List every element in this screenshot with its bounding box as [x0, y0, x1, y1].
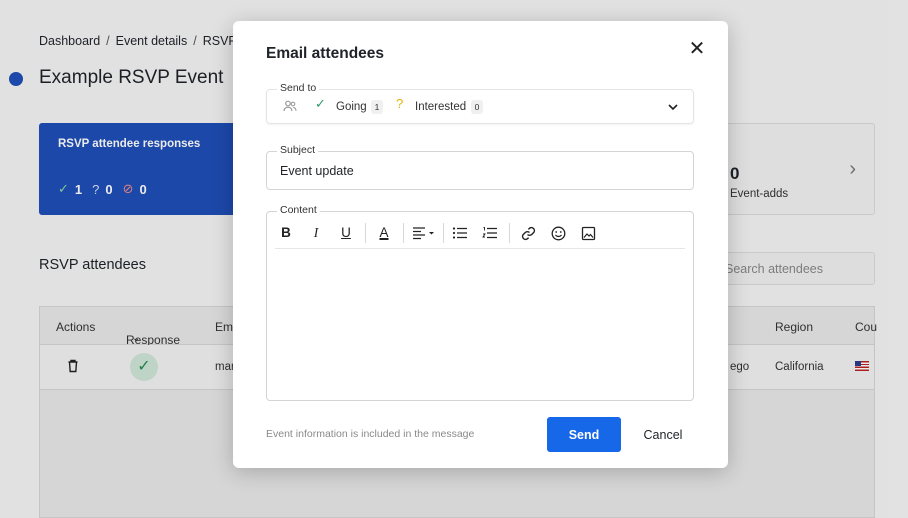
chevron-down-icon[interactable]	[667, 101, 679, 113]
link-icon	[521, 226, 535, 241]
emoji-button[interactable]	[549, 223, 567, 243]
content-field: Content B I U A	[266, 204, 694, 401]
underline-button[interactable]: U	[337, 223, 355, 243]
footnote-text: Event information is included in the mes…	[266, 428, 475, 440]
font-color-button[interactable]: A	[375, 223, 393, 243]
link-button[interactable]	[519, 223, 537, 243]
subject-field: Subject	[266, 144, 694, 190]
content-editor[interactable]	[275, 250, 685, 395]
close-icon[interactable]: ✕	[688, 39, 706, 59]
numbered-list-icon	[482, 227, 497, 239]
cancel-button[interactable]: Cancel	[633, 417, 693, 452]
going-check-icon: ✓	[315, 96, 326, 111]
send-to-label: Send to	[277, 82, 320, 94]
italic-button[interactable]: I	[307, 223, 325, 243]
align-dropdown-button[interactable]	[411, 223, 437, 243]
editor-toolbar: B I U A	[275, 220, 685, 249]
bullet-list-icon	[452, 227, 467, 239]
subject-input[interactable]	[280, 164, 680, 178]
email-attendees-modal: Email attendees ✕ Send to ✓ Going 1 ? In…	[233, 21, 728, 468]
send-button[interactable]: Send	[547, 417, 621, 452]
bold-button[interactable]: B	[277, 223, 295, 243]
subject-label: Subject	[277, 144, 319, 156]
modal-title: Email attendees	[266, 45, 385, 62]
align-left-icon	[413, 227, 434, 240]
bullet-list-button[interactable]	[451, 223, 469, 243]
interested-label: Interested	[415, 101, 467, 113]
numbered-list-button[interactable]	[481, 223, 499, 243]
image-button[interactable]	[579, 223, 597, 243]
going-label: Going	[336, 101, 367, 113]
interested-question-icon: ?	[396, 96, 404, 111]
smiley-icon	[551, 226, 565, 241]
image-icon	[581, 226, 595, 241]
people-icon	[283, 100, 297, 112]
going-count-badge: 1	[371, 100, 383, 114]
content-label: Content	[277, 204, 320, 216]
send-to-select[interactable]: Send to ✓ Going 1 ? Interested 0	[266, 82, 694, 124]
interested-count-badge: 0	[471, 100, 483, 114]
